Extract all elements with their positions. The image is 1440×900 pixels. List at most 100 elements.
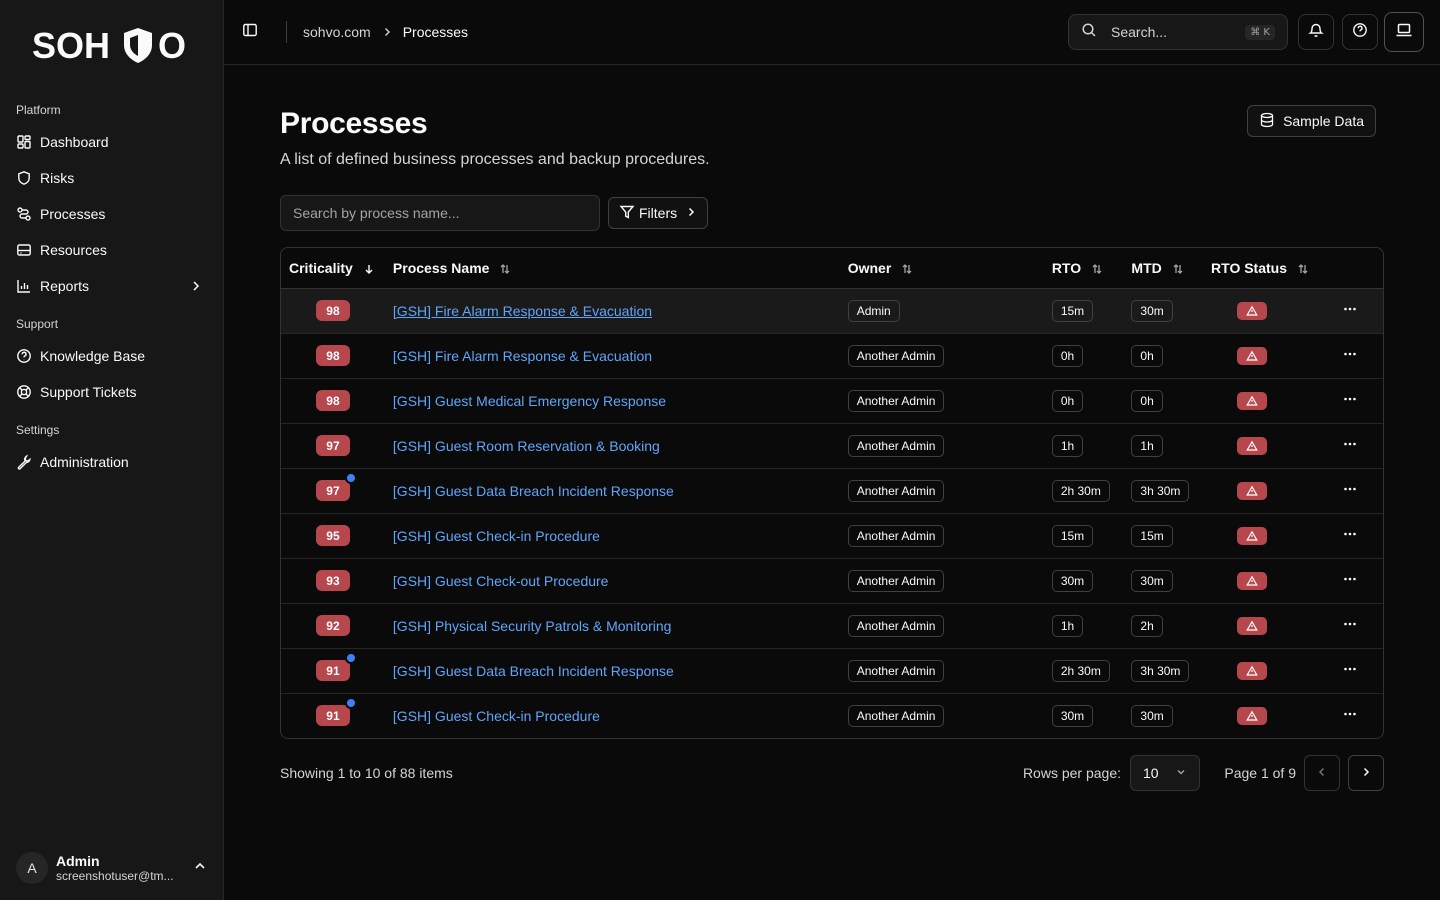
process-name-link[interactable]: [GSH] Fire Alarm Response & Evacuation (393, 348, 652, 364)
sidebar-item-label: Risks (40, 170, 75, 186)
criticality-cell: 97 (281, 423, 385, 469)
breadcrumb-current: Processes (402, 24, 469, 40)
notifications-button[interactable] (1298, 14, 1334, 50)
table-row[interactable]: 97 [GSH] Guest Data Breach Incident Respo… (281, 468, 1383, 514)
sample-data-label: Sample Data (1283, 113, 1364, 129)
sidebar-item-label: Reports (40, 278, 90, 294)
process-search-input[interactable]: Search by process name... (280, 195, 600, 231)
column-header-rto-status[interactable]: RTO Status (1203, 248, 1318, 289)
column-header-actions (1317, 248, 1383, 289)
table-row[interactable]: 91 [GSH] Guest Check-in Procedure Another … (281, 693, 1383, 738)
table-row[interactable]: 98 [GSH] Fire Alarm Response & Evacuation… (281, 288, 1383, 334)
rto-status-cell (1203, 558, 1318, 604)
search-icon (1081, 22, 1097, 43)
table-row[interactable]: 95 [GSH] Guest Check-in Procedure Another … (281, 513, 1383, 559)
sidebar-item-support-tickets[interactable]: Support Tickets (8, 374, 215, 410)
row-actions-button[interactable] (1317, 648, 1383, 694)
nav-group-support: Support Knowledge Base Support Tickets (0, 310, 223, 410)
rows-per-page-select[interactable]: 10 (1130, 755, 1200, 791)
mtd-badge: 3h 30m (1131, 479, 1190, 502)
rto-badge: 0h (1051, 389, 1084, 412)
process-search-placeholder: Search by process name... (293, 205, 460, 221)
theme-toggle-button[interactable] (1384, 12, 1424, 52)
table-row[interactable]: 98 [GSH] Fire Alarm Response & Evacuation… (281, 333, 1383, 379)
row-actions-button[interactable] (1317, 603, 1383, 649)
process-name-link[interactable]: [GSH] Guest Check-out Procedure (393, 573, 609, 589)
column-header-rto[interactable]: RTO (1043, 248, 1124, 289)
mtd-badge: 3h 30m (1131, 659, 1190, 682)
table-row[interactable]: 93 [GSH] Guest Check-out Procedure Another… (281, 558, 1383, 604)
criticality-cell: 97 (281, 468, 385, 514)
row-actions-button[interactable] (1317, 288, 1383, 334)
sohvo-logo[interactable]: SOH O (0, 0, 223, 90)
mtd-cell: 3h 30m (1123, 468, 1204, 514)
group-label-settings: Settings (16, 423, 60, 437)
table-row[interactable]: 97 [GSH] Guest Room Reservation & Booking… (281, 423, 1383, 469)
previous-page-button[interactable] (1304, 755, 1340, 791)
table-row[interactable]: 91 [GSH] Guest Data Breach Incident Respo… (281, 648, 1383, 694)
rto-badge: 2h 30m (1051, 659, 1110, 682)
process-name-link[interactable]: [GSH] Guest Check-in Procedure (393, 708, 600, 724)
chart-icon (16, 278, 32, 294)
rto-cell: 2h 30m (1043, 468, 1124, 514)
next-page-button[interactable] (1348, 755, 1384, 791)
table-row[interactable]: 98 [GSH] Guest Medical Emergency Response… (281, 378, 1383, 424)
row-actions-button[interactable] (1317, 693, 1383, 738)
column-header-process-name[interactable]: Process Name (384, 248, 840, 289)
mtd-cell: 3h 30m (1123, 648, 1204, 694)
rto-status-cell (1203, 693, 1317, 738)
global-search-input[interactable]: Search... ⌘ K (1068, 14, 1288, 50)
chevron-right-icon (189, 279, 203, 296)
mtd-cell: 1h (1123, 423, 1204, 469)
sidebar-item-reports[interactable]: Reports (8, 268, 215, 304)
owner-cell: Another Admin (840, 693, 1044, 738)
process-name-link[interactable]: [GSH] Guest Data Breach Incident Respons… (393, 483, 674, 499)
row-actions-button[interactable] (1317, 558, 1383, 604)
column-header-mtd[interactable]: MTD (1123, 248, 1204, 289)
process-name-link[interactable]: [GSH] Guest Check-in Procedure (393, 528, 600, 544)
filters-button[interactable]: Filters (608, 197, 709, 229)
sidebar-item-processes[interactable]: Processes (8, 196, 215, 232)
column-header-criticality[interactable]: Criticality (281, 248, 385, 289)
process-name-link[interactable]: [GSH] Guest Room Reservation & Booking (393, 438, 660, 454)
main-area: sohvo.com Processes Search... ⌘ K Proces… (224, 0, 1440, 900)
process-name-link[interactable]: [GSH] Fire Alarm Response & Evacuation (393, 303, 652, 319)
row-actions-button[interactable] (1317, 468, 1383, 514)
sidebar-item-label: Resources (40, 242, 107, 258)
warning-icon (1237, 391, 1268, 410)
page-content: Processes A list of defined business pro… (224, 65, 1440, 791)
lifebuoy-icon (16, 384, 32, 400)
user-name: Admin (56, 853, 100, 869)
row-actions-button[interactable] (1317, 333, 1383, 379)
user-menu[interactable]: A Admin screenshotuser@tm... (8, 848, 215, 888)
process-name-cell: [GSH] Guest Data Breach Incident Respons… (384, 468, 840, 514)
rto-badge: 30m (1051, 569, 1094, 592)
sidebar-item-risks[interactable]: Risks (8, 160, 215, 196)
process-name-link[interactable]: [GSH] Physical Security Patrols & Monito… (393, 618, 672, 634)
search-shortcut: ⌘ K (1245, 24, 1275, 40)
process-name-link[interactable]: [GSH] Guest Medical Emergency Response (393, 393, 666, 409)
sidebar-item-resources[interactable]: Resources (8, 232, 215, 268)
sample-data-button[interactable]: Sample Data (1247, 105, 1376, 137)
owner-badge: Another Admin (847, 524, 945, 547)
more-horizontal-icon (1342, 349, 1358, 365)
sidebar-item-administration[interactable]: Administration (8, 444, 215, 480)
rto-cell: 1h (1043, 423, 1124, 469)
row-actions-button[interactable] (1317, 423, 1383, 469)
breadcrumb-link-root[interactable]: sohvo.com (303, 24, 371, 40)
warning-icon (1237, 436, 1268, 455)
owner-badge: Another Admin (847, 344, 945, 367)
sidebar-item-label: Processes (40, 206, 106, 222)
chevron-down-icon (1175, 765, 1187, 781)
rto-badge: 30m (1051, 704, 1094, 727)
row-actions-button[interactable] (1317, 513, 1383, 559)
help-button[interactable] (1342, 14, 1378, 50)
table-row[interactable]: 92 [GSH] Physical Security Patrols & Moni… (281, 603, 1383, 649)
sidebar-item-knowledge-base[interactable]: Knowledge Base (8, 338, 215, 374)
sidebar-item-dashboard[interactable]: Dashboard (8, 124, 215, 160)
row-actions-button[interactable] (1317, 378, 1383, 424)
process-name-link[interactable]: [GSH] Guest Data Breach Incident Respons… (393, 663, 674, 679)
rto-status-cell (1203, 378, 1318, 424)
column-header-owner[interactable]: Owner (839, 248, 1044, 289)
sidebar-toggle-button[interactable] (236, 18, 264, 46)
